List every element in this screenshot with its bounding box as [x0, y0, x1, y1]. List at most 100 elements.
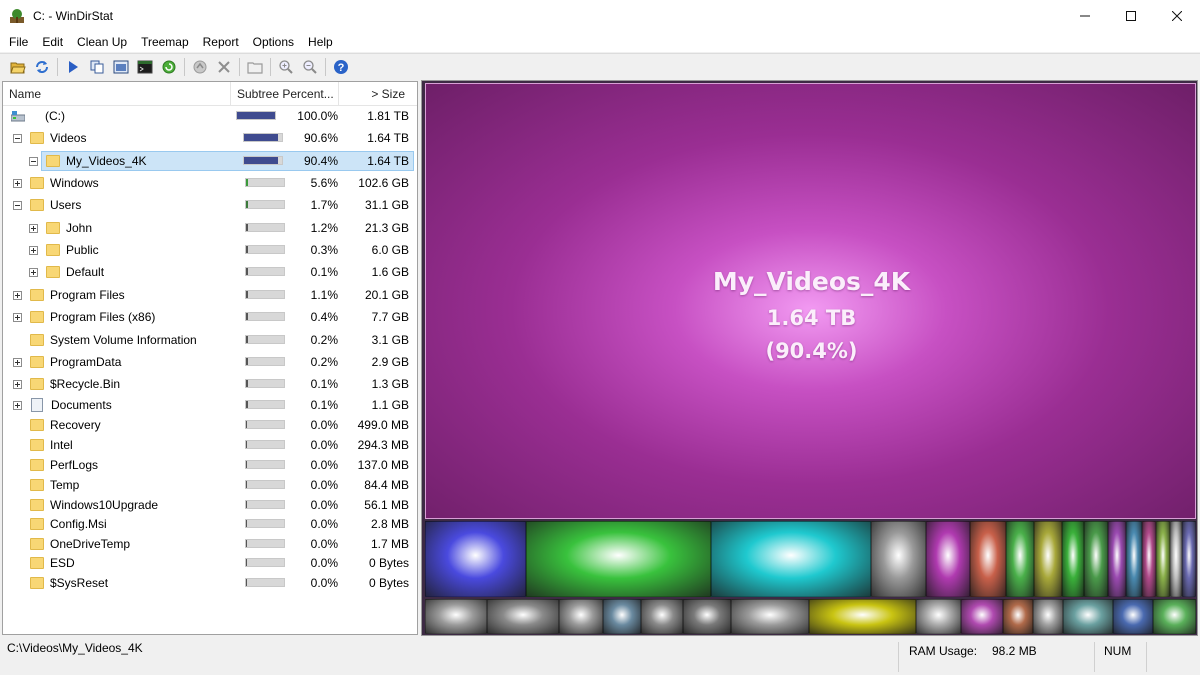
treemap-tile[interactable] [1126, 521, 1142, 597]
treemap-tile[interactable] [526, 521, 711, 597]
tree-row[interactable]: PerfLogs 0.0% 137.0 MB [3, 455, 417, 475]
tree-row[interactable]: Windows10Upgrade 0.0% 56.1 MB [3, 495, 417, 515]
menu-help[interactable]: Help [301, 35, 340, 49]
menu-file[interactable]: File [2, 35, 35, 49]
treemap-tile[interactable] [1153, 599, 1196, 634]
delete-to-recycle-button[interactable] [188, 56, 212, 78]
treemap-tile[interactable] [1006, 521, 1034, 597]
tree-row[interactable]: Intel 0.0% 294.3 MB [3, 435, 417, 455]
treemap-tile[interactable] [1003, 599, 1033, 634]
expand-icon[interactable] [29, 267, 38, 277]
treemap-tile[interactable] [1156, 521, 1170, 597]
collapse-icon[interactable] [13, 133, 22, 143]
tree-row[interactable]: (C:) 100.0% 1.81 TB [3, 106, 417, 126]
collapse-icon[interactable] [13, 200, 22, 210]
treemap-tile[interactable] [926, 521, 970, 597]
expand-icon[interactable] [13, 379, 22, 389]
tree-row[interactable]: OneDriveTemp 0.0% 1.7 MB [3, 534, 417, 554]
maximize-button[interactable] [1108, 0, 1154, 32]
tree-row[interactable]: Public 0.3% 6.0 GB [3, 240, 417, 260]
refresh-selected-button[interactable] [157, 56, 181, 78]
treemap-tile[interactable] [603, 599, 641, 634]
tree-row[interactable]: Temp 0.0% 84.4 MB [3, 475, 417, 495]
treemap[interactable]: My_Videos_4K 1.64 TB (90.4%) [421, 80, 1198, 636]
svg-text:?: ? [338, 62, 345, 74]
treemap-tile[interactable] [1142, 521, 1156, 597]
treemap-tile[interactable] [1062, 521, 1084, 597]
column-header-subtree-percent[interactable]: Subtree Percent... [231, 82, 339, 106]
treemap-tile[interactable] [731, 599, 809, 634]
tree-row[interactable]: Windows 5.6% 102.6 GB [3, 173, 417, 193]
expand-icon[interactable] [13, 178, 22, 188]
zoom-out-button[interactable] [298, 56, 322, 78]
expand-icon[interactable] [13, 400, 22, 410]
menu-options[interactable]: Options [246, 35, 301, 49]
tree-row[interactable]: $Recycle.Bin 0.1% 1.3 GB [3, 374, 417, 394]
zoom-in-button[interactable] [274, 56, 298, 78]
tree-row[interactable]: My_Videos_4K 90.4% 1.64 TB [3, 151, 417, 171]
treemap-tile[interactable] [711, 521, 871, 597]
tree-row[interactable]: Videos 90.6% 1.64 TB [3, 128, 417, 148]
treemap-tile[interactable] [487, 599, 559, 634]
treemap-tile[interactable] [916, 599, 961, 634]
menu-clean-up[interactable]: Clean Up [70, 35, 134, 49]
tree-row-label: ProgramData [50, 355, 122, 369]
tree-row-name-cell: ESD [13, 553, 75, 573]
close-button[interactable] [1154, 0, 1200, 32]
explorer-here-button[interactable] [109, 56, 133, 78]
treemap-tile[interactable] [425, 599, 487, 634]
expand-icon[interactable] [13, 312, 22, 322]
subtree-percent-bar [236, 111, 276, 120]
treemap-tile[interactable] [1034, 521, 1062, 597]
treemap-tile[interactable] [1182, 521, 1196, 597]
open-button[interactable] [6, 56, 30, 78]
open-item-button[interactable] [61, 56, 85, 78]
column-header-name[interactable]: Name [3, 82, 231, 106]
treemap-tile[interactable] [683, 599, 731, 634]
tree-row[interactable]: Users 1.7% 31.1 GB [3, 195, 417, 215]
minimize-button[interactable] [1062, 0, 1108, 32]
tree-row[interactable]: John 1.2% 21.3 GB [3, 218, 417, 238]
expand-icon[interactable] [13, 290, 22, 300]
treemap-tile[interactable] [871, 521, 926, 597]
treemap-tile[interactable] [809, 599, 916, 634]
tree-row[interactable]: Program Files (x86) 0.4% 7.7 GB [3, 307, 417, 327]
treemap-tile[interactable] [1063, 599, 1113, 634]
tree-row[interactable]: $SysReset 0.0% 0 Bytes [3, 573, 417, 593]
delete-button[interactable] [212, 56, 236, 78]
treemap-tile-my-videos-4k[interactable]: My_Videos_4K 1.64 TB (90.4%) [425, 83, 1196, 519]
expand-icon[interactable] [13, 357, 22, 367]
copy-path-button[interactable] [85, 56, 109, 78]
treemap-tile[interactable] [970, 521, 1006, 597]
treemap-tile[interactable] [961, 599, 1003, 634]
tree-row[interactable]: System Volume Information 0.2% 3.1 GB [3, 330, 417, 350]
collapse-icon[interactable] [29, 156, 38, 166]
menu-edit[interactable]: Edit [35, 35, 70, 49]
treemap-tile[interactable] [1170, 521, 1182, 597]
tree-row[interactable]: Default 0.1% 1.6 GB [3, 262, 417, 282]
menu-report[interactable]: Report [196, 35, 246, 49]
treemap-tile[interactable] [1084, 521, 1108, 597]
treemap-tile[interactable] [1113, 599, 1153, 634]
refresh-all-button[interactable] [30, 56, 54, 78]
tree-row[interactable]: Documents 0.1% 1.1 GB [3, 395, 417, 415]
properties-button[interactable] [243, 56, 267, 78]
tree-row[interactable]: Program Files 1.1% 20.1 GB [3, 285, 417, 305]
treemap-tile[interactable] [425, 521, 526, 597]
treemap-tile[interactable] [559, 599, 603, 634]
tree-row[interactable]: ESD 0.0% 0 Bytes [3, 553, 417, 573]
expand-icon[interactable] [29, 245, 38, 255]
column-header-size[interactable]: > Size [339, 82, 411, 106]
tree-row[interactable]: Recovery 0.0% 499.0 MB [3, 415, 417, 435]
treemap-tile[interactable] [641, 599, 683, 634]
tree-row[interactable]: ProgramData 0.2% 2.9 GB [3, 352, 417, 372]
menu-treemap[interactable]: Treemap [134, 35, 196, 49]
help-button[interactable]: ? [329, 56, 353, 78]
help-icon: ? [334, 60, 348, 74]
treemap-tile[interactable] [1108, 521, 1126, 597]
treemap-tile[interactable] [1033, 599, 1063, 634]
directory-tree[interactable]: Name Subtree Percent... > Size (C:) 100.0… [2, 81, 418, 635]
command-prompt-button[interactable] [133, 56, 157, 78]
expand-icon[interactable] [29, 223, 38, 233]
tree-row[interactable]: Config.Msi 0.0% 2.8 MB [3, 514, 417, 534]
